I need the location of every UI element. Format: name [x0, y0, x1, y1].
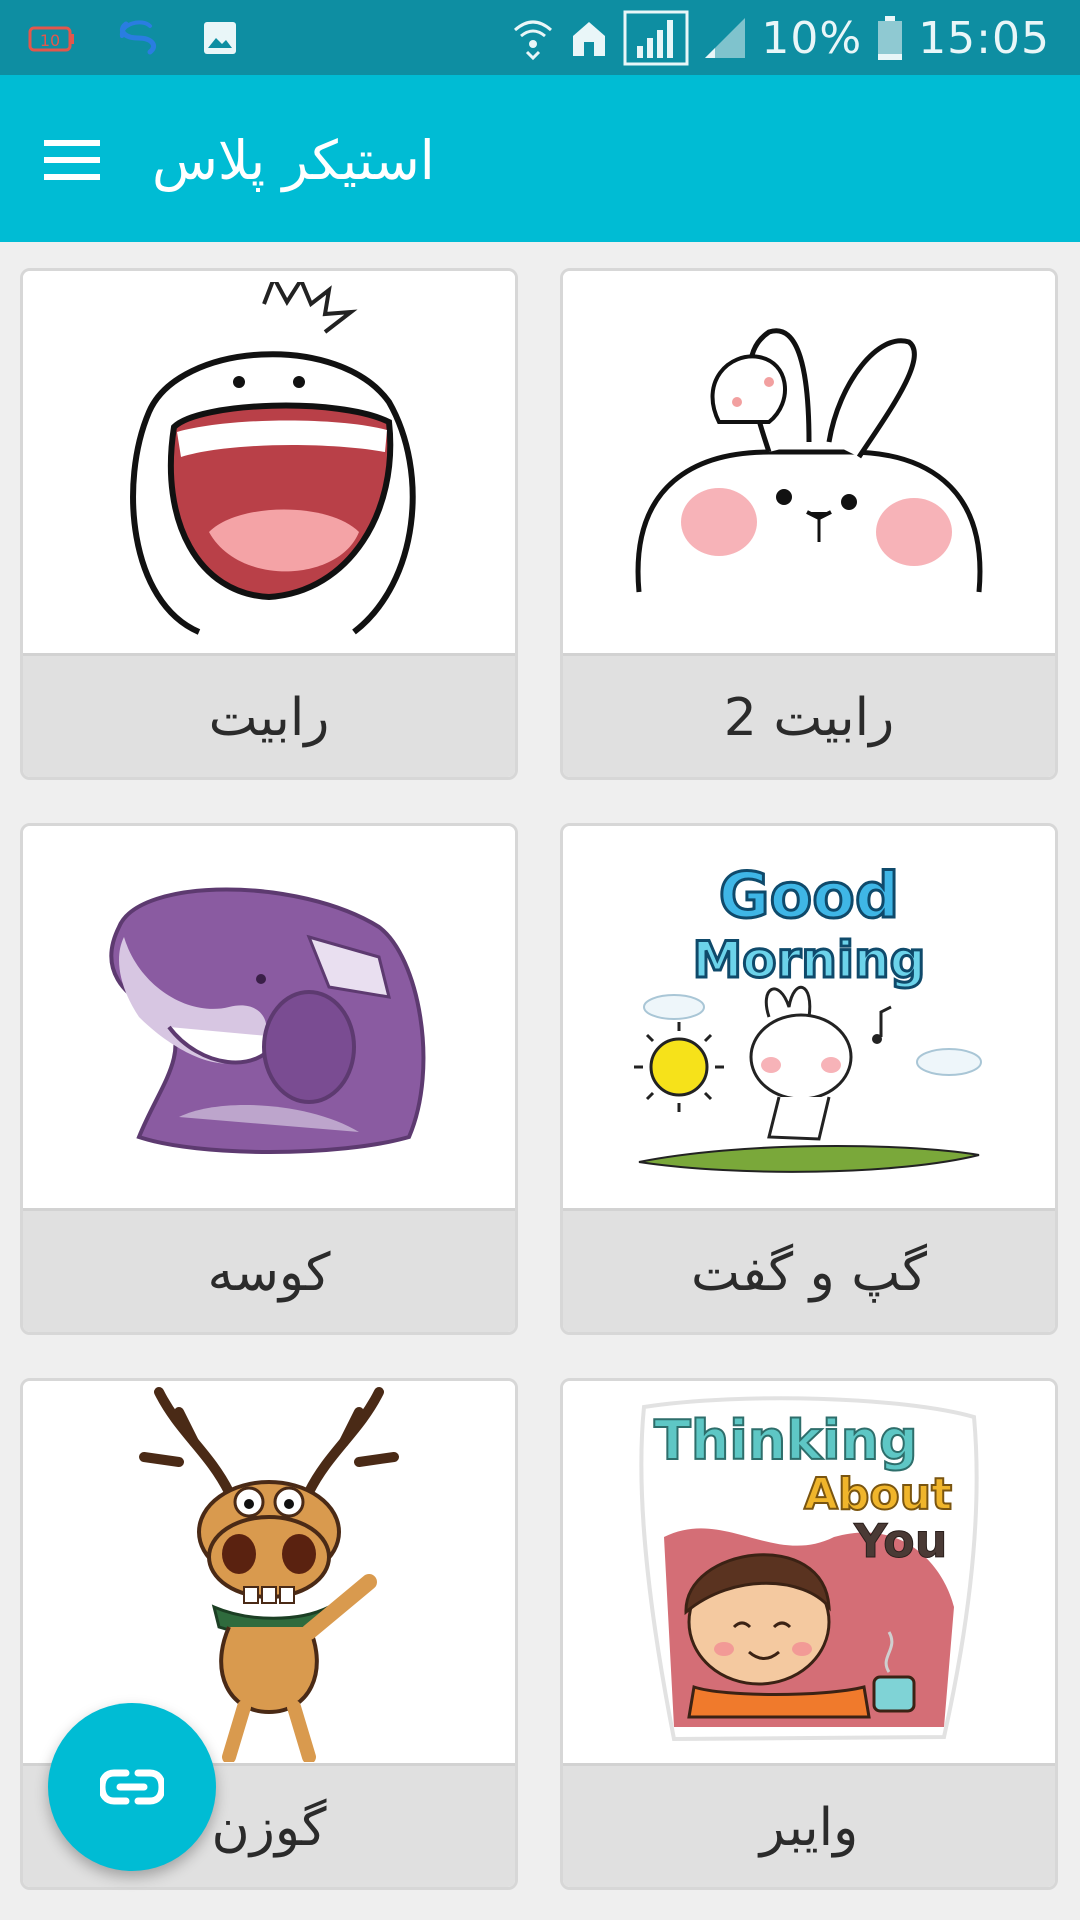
- battery-badge-text: 10: [40, 31, 60, 50]
- app-bar: استیکر پلاس: [0, 75, 1080, 242]
- sticker-pack-label: وایبر: [563, 1763, 1055, 1887]
- link-fab-button[interactable]: [48, 1703, 216, 1871]
- signal-weak-icon: [703, 16, 747, 60]
- sticker-text-morning: Morning: [693, 931, 926, 989]
- sticker-text-about: About: [804, 1469, 952, 1520]
- sticker-thumbnail: [563, 271, 1055, 653]
- sticker-pack-label: کوسه: [23, 1208, 515, 1332]
- sticker-pack-card[interactable]: کوسه: [20, 823, 518, 1335]
- sticker-text-good: Good: [719, 859, 899, 932]
- wifi-icon: [511, 14, 555, 62]
- home-icon: [569, 16, 609, 60]
- hamburger-menu-icon: [44, 140, 100, 180]
- status-bar-left: 10: [28, 14, 240, 62]
- battery-alert-icon: 10: [28, 18, 76, 58]
- sticker-text-thinking: Thinking: [654, 1409, 918, 1472]
- battery-icon: [876, 14, 904, 62]
- good-morning-sticker-icon: Good Morning: [634, 858, 982, 1173]
- image-notification-icon: [200, 18, 240, 58]
- sticker-thumbnail: [23, 826, 515, 1208]
- status-bar-right: 10% 15:05: [511, 10, 1050, 66]
- page-title: استیکر پلاس: [152, 129, 435, 192]
- clock: 15:05: [918, 12, 1050, 64]
- shark-sticker-icon: [109, 887, 426, 1154]
- sticker-text-you: You: [853, 1514, 947, 1568]
- s-app-icon: [116, 16, 160, 60]
- signal-full-icon: [623, 10, 689, 66]
- link-icon: [100, 1769, 164, 1805]
- reindeer-sticker-icon: [139, 1387, 399, 1762]
- sticker-thumbnail: [23, 271, 515, 653]
- sticker-pack-card[interactable]: رابیت: [20, 268, 518, 780]
- battery-percent: 10%: [761, 12, 863, 64]
- menu-button[interactable]: [30, 120, 114, 200]
- status-bar: 10 10% 15:05: [0, 0, 1080, 75]
- sticker-thumbnail: Good Morning: [563, 826, 1055, 1208]
- sticker-thumbnail: [23, 1381, 515, 1763]
- sticker-pack-label: گپ و گفت: [563, 1208, 1055, 1332]
- sticker-pack-card[interactable]: Thinking About You وایبر: [560, 1378, 1058, 1890]
- sticker-pack-label: رابیت: [23, 653, 515, 777]
- sticker-thumbnail: Thinking About You: [563, 1381, 1055, 1763]
- bunny-sticker-icon: [635, 328, 983, 593]
- sticker-pack-label: رابیت 2: [563, 653, 1055, 777]
- laughing-face-sticker-icon: [130, 282, 416, 635]
- sticker-pack-card[interactable]: رابیت 2: [560, 268, 1058, 780]
- thinking-about-you-sticker-icon: Thinking About You: [639, 1396, 979, 1742]
- sticker-pack-card[interactable]: Good Morning گپ و گفت: [560, 823, 1058, 1335]
